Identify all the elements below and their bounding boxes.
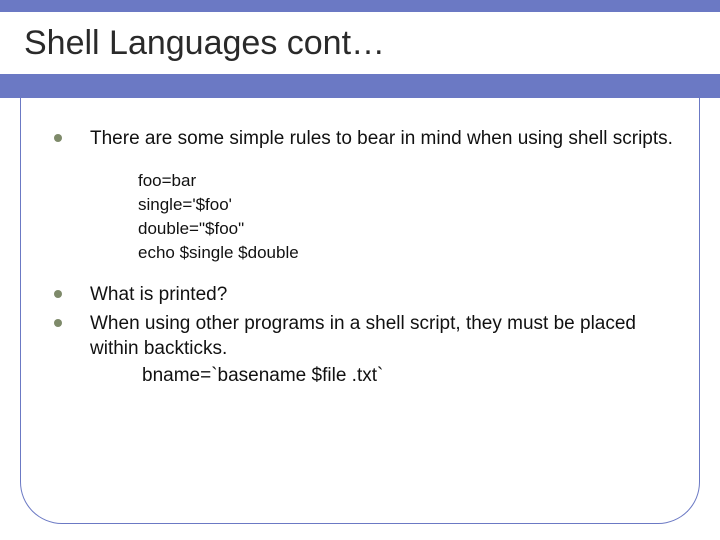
bullet-row: What is printed?	[54, 282, 680, 307]
code-line: double="$foo"	[138, 217, 680, 241]
code-block: foo=bar single='$foo' double="$foo" echo…	[138, 169, 680, 266]
bullet-row: When using other programs in a shell scr…	[54, 311, 680, 388]
bullet-text: There are some simple rules to bear in m…	[90, 126, 680, 151]
bullet-text: What is printed?	[90, 282, 680, 307]
bullet-icon	[54, 134, 62, 142]
bullet-row: There are some simple rules to bear in m…	[54, 126, 680, 151]
code-line: echo $single $double	[138, 241, 680, 265]
code-line: bname=`basename $file .txt`	[142, 363, 680, 388]
code-line: foo=bar	[138, 169, 680, 193]
content-area: There are some simple rules to bear in m…	[0, 98, 720, 540]
body-text: There are some simple rules to bear in m…	[54, 126, 680, 392]
header-bar: Shell Languages cont…	[0, 0, 720, 98]
bullet-text: When using other programs in a shell scr…	[90, 311, 680, 388]
code-line: single='$foo'	[138, 193, 680, 217]
bullet-text-inner: When using other programs in a shell scr…	[90, 313, 636, 359]
bullet-icon	[54, 290, 62, 298]
slide-title: Shell Languages cont…	[24, 24, 385, 63]
bullet-icon	[54, 319, 62, 327]
title-band: Shell Languages cont…	[0, 12, 720, 74]
